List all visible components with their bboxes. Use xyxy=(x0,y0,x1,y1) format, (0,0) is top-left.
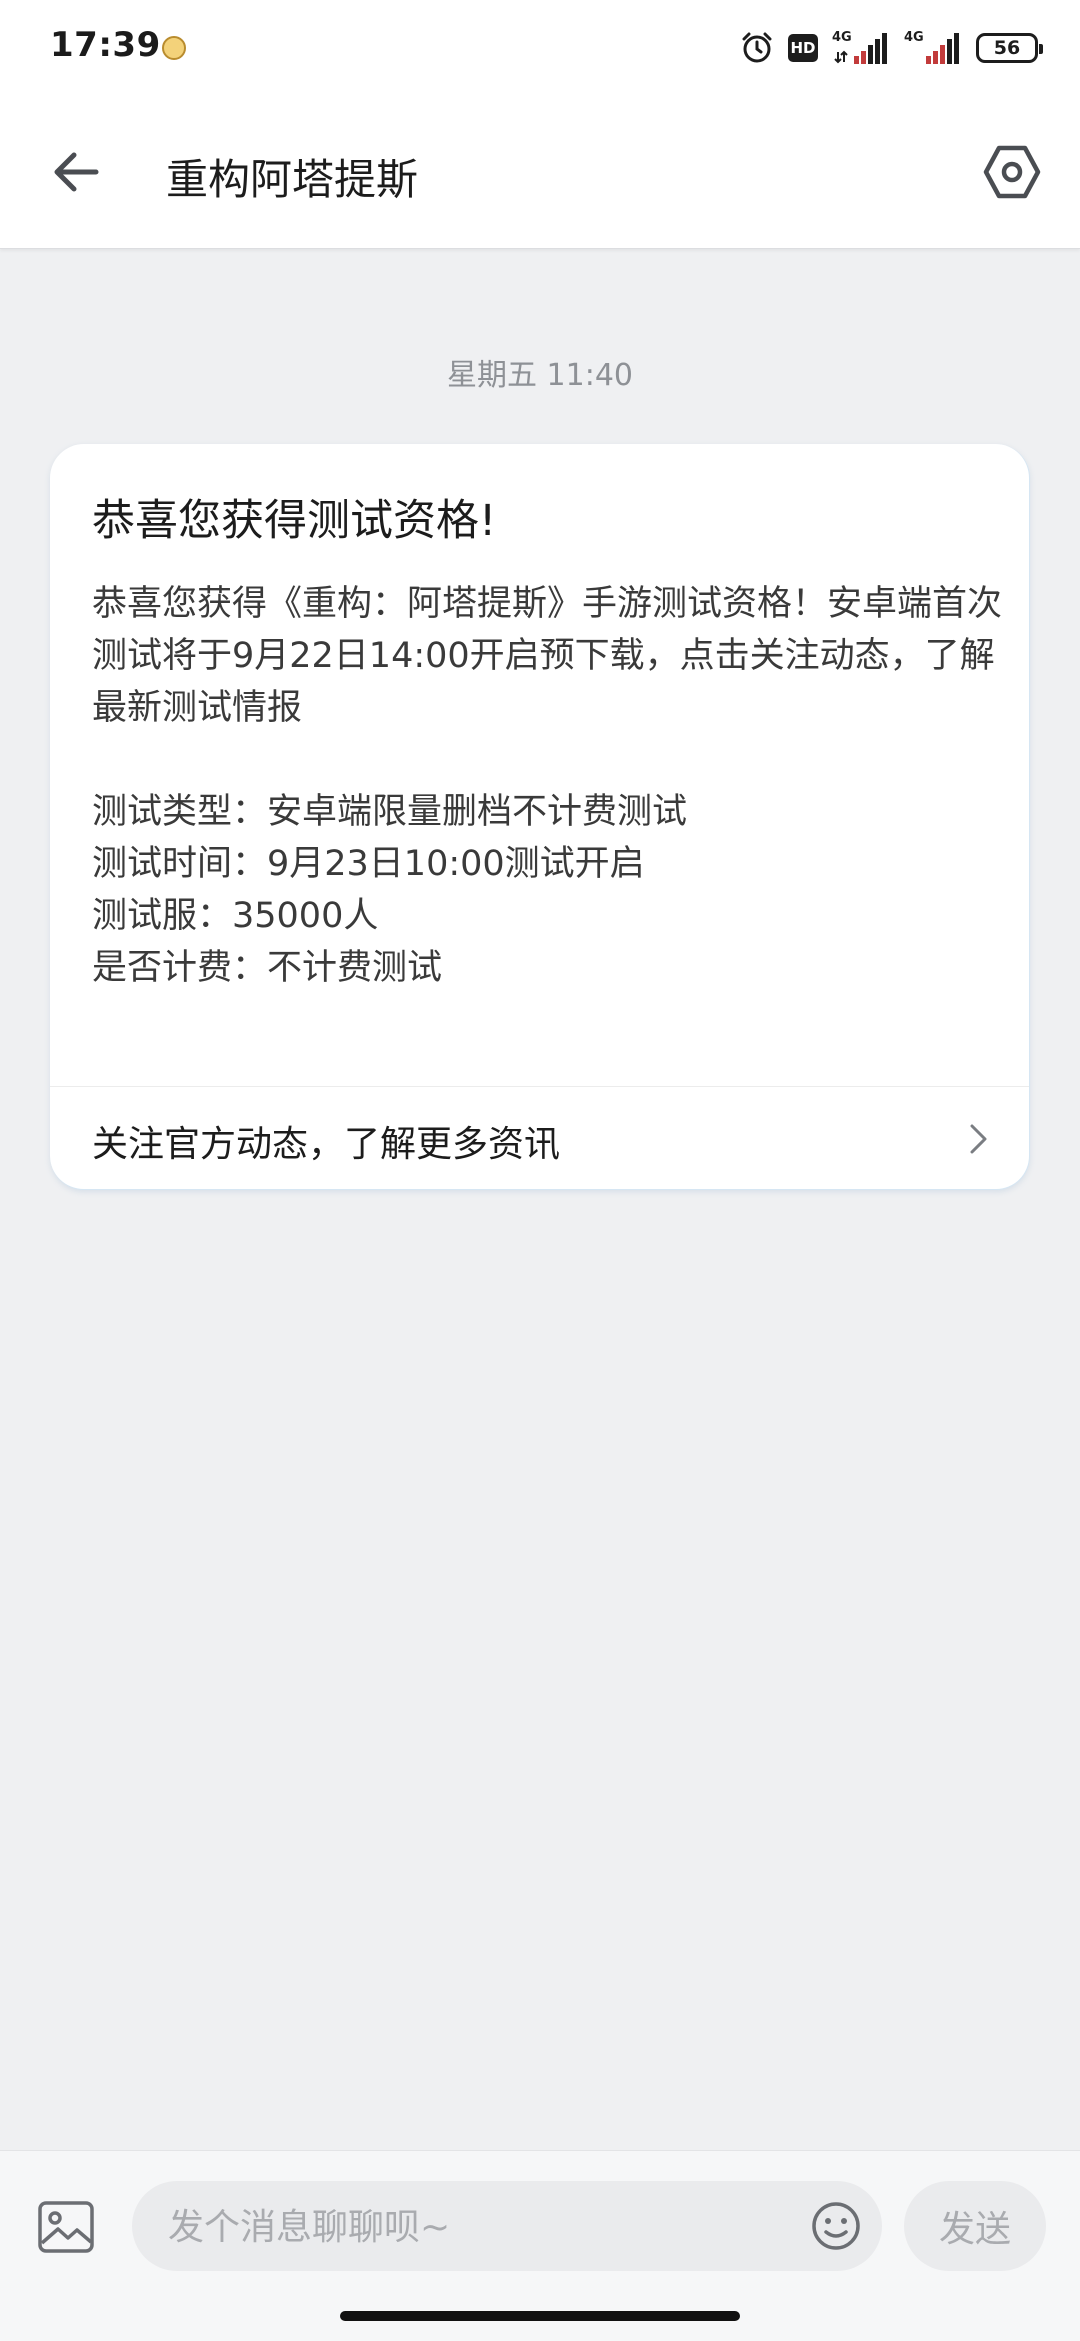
detail-line: 测试类型：安卓端限量删档不计费测试 xyxy=(92,792,688,832)
image-icon xyxy=(38,2201,94,2253)
emoji-button[interactable] xyxy=(810,2200,862,2252)
follow-official-link[interactable]: 关注官方动态，了解更多资讯 xyxy=(50,1087,1029,1189)
follow-link-label: 关注官方动态，了解更多资讯 xyxy=(92,1124,561,1165)
hd-badge: HD xyxy=(788,34,818,62)
back-button[interactable] xyxy=(44,140,108,204)
alarm-icon xyxy=(740,31,774,65)
message-input-container xyxy=(132,2181,882,2273)
app-header: 重构阿塔提斯 xyxy=(0,96,1080,249)
settings-button[interactable] xyxy=(980,140,1044,204)
notification-app-icon xyxy=(162,36,186,60)
home-indicator[interactable] xyxy=(340,2311,740,2321)
smiley-icon xyxy=(812,2202,860,2250)
detail-line: 测试时间：9月23日10:00测试开启 xyxy=(92,844,645,884)
message-input[interactable] xyxy=(166,2181,770,2273)
message-card: 恭喜您获得测试资格! 恭喜您获得《重构：阿塔提斯》手游测试资格！安卓端首次测试将… xyxy=(50,444,1030,1190)
detail-line: 测试服：35000人 xyxy=(92,896,379,936)
chevron-right-icon xyxy=(970,1124,987,1154)
battery-indicator: 56 xyxy=(976,33,1043,63)
message-timestamp: 星期五 11:40 xyxy=(447,358,633,393)
status-bar: 17:39 HD 4G 4G 56 xyxy=(0,0,1080,96)
status-time: 17:39 xyxy=(50,25,161,65)
message-title: 恭喜您获得测试资格! xyxy=(92,496,497,546)
hexagon-settings-icon xyxy=(983,145,1041,199)
image-button[interactable] xyxy=(34,2195,98,2259)
page-title: 重构阿塔提斯 xyxy=(166,155,419,204)
send-button[interactable]: 发送 xyxy=(904,2181,1046,2271)
arrow-left-icon xyxy=(54,152,99,192)
detail-line: 是否计费：不计费测试 xyxy=(92,948,443,988)
status-icons: HD 4G 4G 56 xyxy=(726,26,1043,70)
signal-2-icon: 4G xyxy=(904,28,962,68)
signal-1-icon: 4G xyxy=(832,28,890,68)
message-intro: 恭喜您获得《重构：阿塔提斯》手游测试资格！安卓端首次测试将于9月22日14:00… xyxy=(92,584,1003,728)
message-body: 恭喜您获得《重构：阿塔提斯》手游测试资格！安卓端首次测试将于9月22日14:00… xyxy=(92,578,1012,994)
